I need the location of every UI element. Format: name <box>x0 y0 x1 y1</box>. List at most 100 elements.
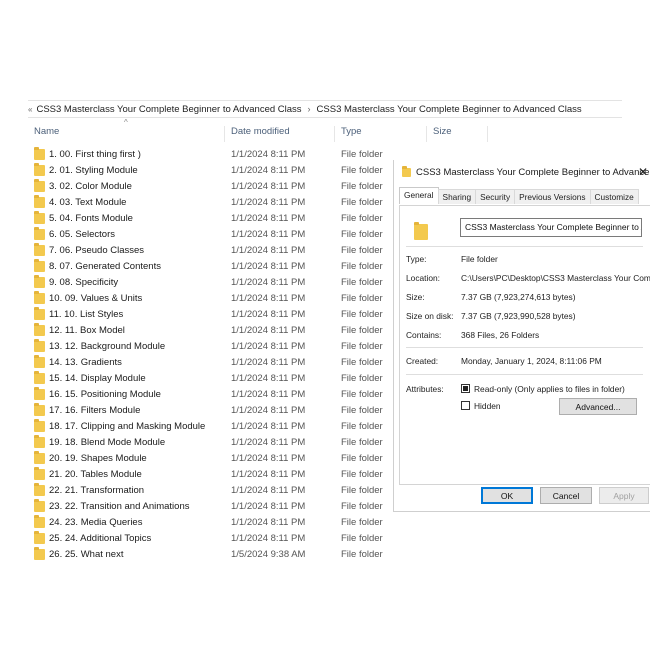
divider <box>406 246 643 247</box>
cancel-button[interactable]: Cancel <box>540 487 592 504</box>
list-item[interactable]: 16. 15. Positioning Module 1/1/2024 8:11 … <box>28 387 408 403</box>
list-item[interactable]: 13. 12. Background Module 1/1/2024 8:11 P… <box>28 339 408 355</box>
file-type: File folder <box>341 517 383 528</box>
list-item[interactable]: 15. 14. Display Module 1/1/2024 8:11 PM Fi… <box>28 371 408 387</box>
file-date-modified: 1/1/2024 8:11 PM <box>231 213 306 224</box>
list-item[interactable]: 9. 08. Specificity 1/1/2024 8:11 PM File f… <box>28 275 408 291</box>
file-date-modified: 1/1/2024 8:11 PM <box>231 453 306 464</box>
file-name: 12. 11. Box Model <box>49 325 125 336</box>
created-value: Monday, January 1, 2024, 8:11:06 PM <box>461 356 602 366</box>
file-type: File folder <box>341 405 383 416</box>
file-type: File folder <box>341 181 383 192</box>
folder-icon <box>34 275 45 288</box>
size-on-disk-label: Size on disk: <box>406 311 454 321</box>
list-item[interactable]: 17. 16. Filters Module 1/1/2024 8:11 PM Fi… <box>28 403 408 419</box>
list-item[interactable]: 23. 22. Transition and Animations 1/1/202… <box>28 499 408 515</box>
folder-icon <box>34 499 45 512</box>
column-size[interactable]: Size <box>426 126 488 142</box>
column-type[interactable]: Type <box>334 126 426 142</box>
advanced-button[interactable]: Advanced... <box>559 398 637 415</box>
file-date-modified: 1/1/2024 8:11 PM <box>231 485 306 496</box>
list-item[interactable]: 11. 10. List Styles 1/1/2024 8:11 PM File … <box>28 307 408 323</box>
list-item[interactable]: 1. 00. First thing first ) 1/1/2024 8:11 … <box>28 147 408 163</box>
file-type: File folder <box>341 309 383 320</box>
dialog-title-bar: CSS3 Masterclass Your Complete Beginner … <box>394 160 650 186</box>
list-item[interactable]: 25. 24. Additional Topics 1/1/2024 8:11 P… <box>28 531 408 547</box>
file-type: File folder <box>341 421 383 432</box>
tab-general[interactable]: General <box>399 187 439 204</box>
list-item[interactable]: 8. 07. Generated Contents 1/1/2024 8:11 P… <box>28 259 408 275</box>
file-type: File folder <box>341 485 383 496</box>
divider <box>406 347 643 348</box>
list-item[interactable]: 3. 02. Color Module 1/1/2024 8:11 PM File … <box>28 179 408 195</box>
column-date-modified[interactable]: Date modified <box>224 126 334 142</box>
file-date-modified: 1/1/2024 8:11 PM <box>231 421 306 432</box>
file-date-modified: 1/1/2024 8:11 PM <box>231 517 306 528</box>
list-item[interactable]: 19. 18. Blend Mode Module 1/1/2024 8:11 P… <box>28 435 408 451</box>
type-value: File folder <box>461 254 498 264</box>
list-item[interactable]: 18. 17. Clipping and Masking Module 1/1/2… <box>28 419 408 435</box>
file-name: 17. 16. Filters Module <box>49 405 141 416</box>
folder-icon <box>34 483 45 496</box>
tab-customize[interactable]: Customize <box>589 189 639 204</box>
breadcrumb-item-current[interactable]: CSS3 Masterclass Your Complete Beginner … <box>317 104 582 115</box>
contains-value: 368 Files, 26 Folders <box>461 330 540 340</box>
file-type: File folder <box>341 245 383 256</box>
list-item[interactable]: 14. 13. Gradients 1/1/2024 8:11 PM File fo… <box>28 355 408 371</box>
list-item[interactable]: 10. 09. Values & Units 1/1/2024 8:11 PM Fi… <box>28 291 408 307</box>
close-icon[interactable]: ✕ <box>638 165 648 179</box>
file-type: File folder <box>341 261 383 272</box>
file-type: File folder <box>341 197 383 208</box>
chevron-left-icon[interactable]: « <box>28 105 32 114</box>
file-type: File folder <box>341 469 383 480</box>
folder-icon <box>34 291 45 304</box>
folder-name-input[interactable]: CSS3 Masterclass Your Complete Beginner … <box>460 218 642 237</box>
readonly-checkbox[interactable] <box>461 384 470 393</box>
tab-sharing[interactable]: Sharing <box>437 189 477 204</box>
file-type: File folder <box>341 277 383 288</box>
file-date-modified: 1/1/2024 8:11 PM <box>231 181 306 192</box>
list-item[interactable]: 4. 03. Text Module 1/1/2024 8:11 PM File f… <box>28 195 408 211</box>
file-date-modified: 1/1/2024 8:11 PM <box>231 405 306 416</box>
list-item[interactable]: 12. 11. Box Model 1/1/2024 8:11 PM File fo… <box>28 323 408 339</box>
file-date-modified: 1/1/2024 8:11 PM <box>231 309 306 320</box>
folder-icon <box>34 243 45 256</box>
file-date-modified: 1/1/2024 8:11 PM <box>231 293 306 304</box>
list-item[interactable]: 21. 20. Tables Module 1/1/2024 8:11 PM Fil… <box>28 467 408 483</box>
folder-icon <box>34 163 45 176</box>
list-item[interactable]: 22. 21. Transformation 1/1/2024 8:11 PM Fi… <box>28 483 408 499</box>
tab-security[interactable]: Security <box>475 189 516 204</box>
file-name: 1. 00. First thing first ) <box>49 149 141 160</box>
divider <box>406 374 643 375</box>
file-date-modified: 1/1/2024 8:11 PM <box>231 261 306 272</box>
folder-icon <box>34 259 45 272</box>
list-item[interactable]: 5. 04. Fonts Module 1/1/2024 8:11 PM File … <box>28 211 408 227</box>
folder-icon <box>34 547 45 560</box>
list-item[interactable]: 7. 06. Pseudo Classes 1/1/2024 8:11 PM Fil… <box>28 243 408 259</box>
file-type: File folder <box>341 229 383 240</box>
file-name: 9. 08. Specificity <box>49 277 119 288</box>
file-type: File folder <box>341 453 383 464</box>
file-type: File folder <box>341 149 383 160</box>
folder-icon <box>34 179 45 192</box>
file-name: 24. 23. Media Queries <box>49 517 143 528</box>
dialog-tabs: General Sharing Security Previous Versio… <box>399 187 639 205</box>
size-on-disk-value: 7.37 GB (7,923,990,528 bytes) <box>461 311 576 321</box>
list-item[interactable]: 26. 25. What next 1/5/2024 9:38 AM File fo… <box>28 547 408 563</box>
list-item[interactable]: 6. 05. Selectors 1/1/2024 8:11 PM File fol… <box>28 227 408 243</box>
contains-label: Contains: <box>406 330 442 340</box>
dialog-title: CSS3 Masterclass Your Complete Beginner … <box>416 167 650 178</box>
tab-previous-versions[interactable]: Previous Versions <box>514 189 591 204</box>
file-date-modified: 1/1/2024 8:11 PM <box>231 165 306 176</box>
apply-button[interactable]: Apply <box>599 487 649 504</box>
list-item[interactable]: 2. 01. Styling Module 1/1/2024 8:11 PM Fil… <box>28 163 408 179</box>
column-name[interactable]: Name <box>28 126 224 142</box>
list-item[interactable]: 24. 23. Media Queries 1/1/2024 8:11 PM Fil… <box>28 515 408 531</box>
file-type: File folder <box>341 293 383 304</box>
hidden-checkbox[interactable] <box>461 401 470 410</box>
breadcrumb-item-parent[interactable]: CSS3 Masterclass Your Complete Beginner … <box>36 104 301 115</box>
folder-icon <box>34 531 45 544</box>
list-item[interactable]: 20. 19. Shapes Module 1/1/2024 8:11 PM Fil… <box>28 451 408 467</box>
folder-icon <box>34 147 45 160</box>
ok-button[interactable]: OK <box>481 487 533 504</box>
